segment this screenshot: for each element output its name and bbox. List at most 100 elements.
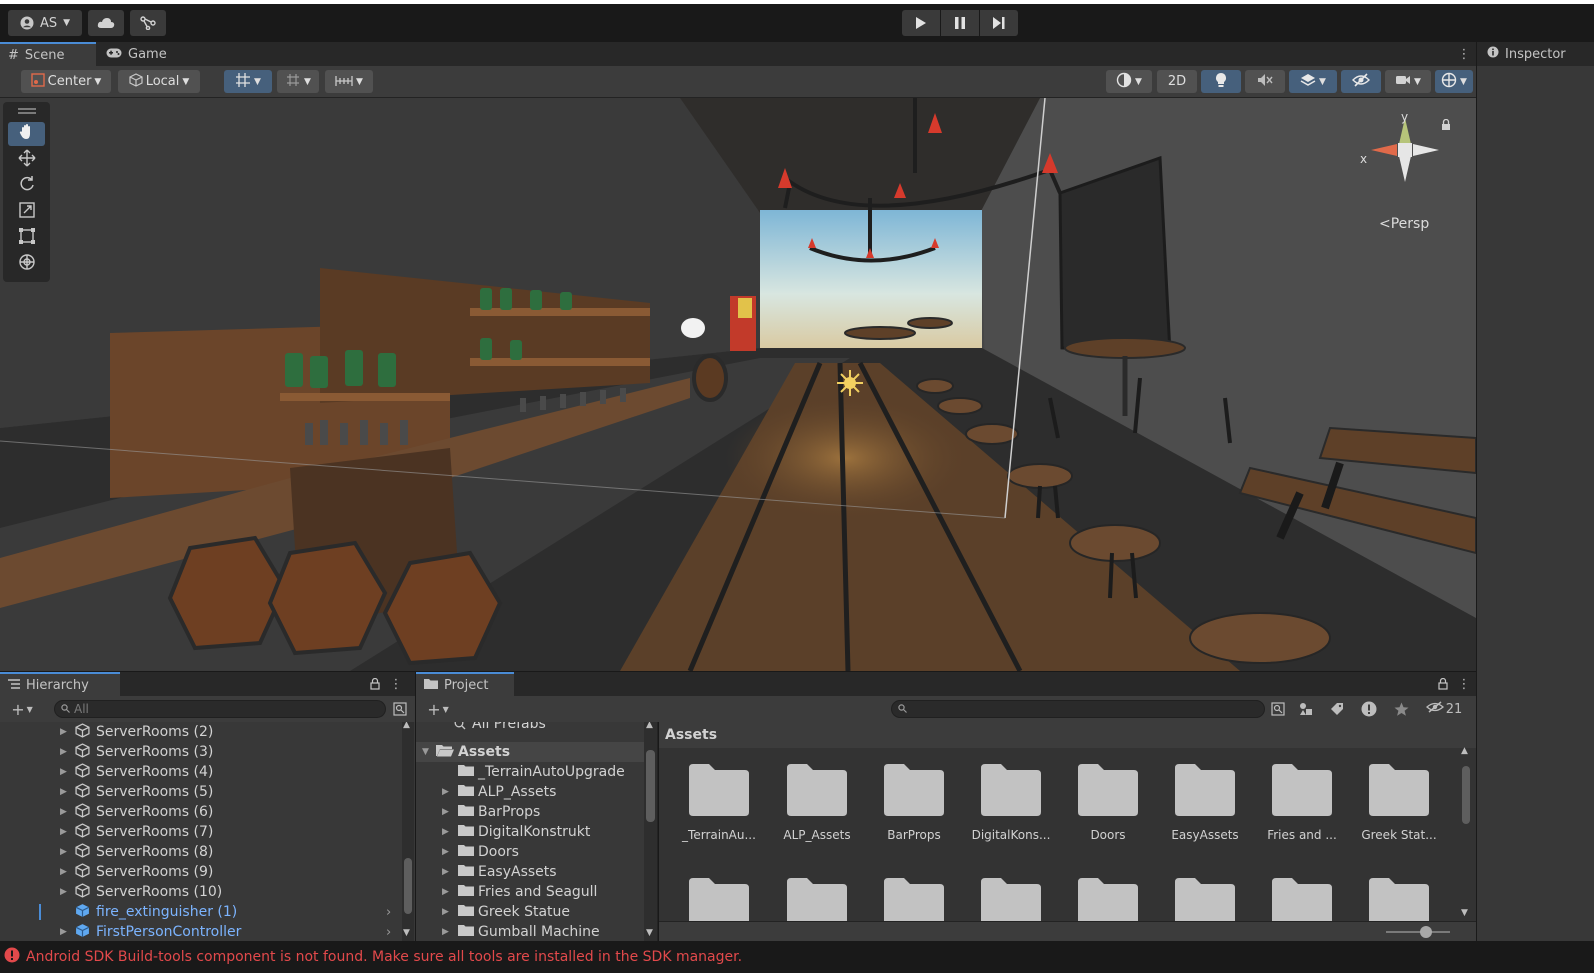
tree-item[interactable]: ▶ Greek Statue <box>416 902 644 922</box>
expand-arrow-icon[interactable]: ▶ <box>442 867 449 877</box>
star-icon[interactable] <box>1392 700 1410 718</box>
cloud-button[interactable] <box>88 10 124 36</box>
hierarchy-item[interactable]: ▶ ServerRooms (7) <box>0 822 400 842</box>
collab-button[interactable] <box>130 10 166 36</box>
expand-arrow-icon[interactable]: ▶ <box>60 847 67 857</box>
lock-icon[interactable] <box>368 677 382 691</box>
hierarchy-item[interactable]: ▶ ServerRooms (4) <box>0 762 400 782</box>
chevron-right-icon[interactable]: › <box>386 925 391 940</box>
expand-arrow-icon[interactable]: ▶ <box>60 747 67 757</box>
expand-arrow-icon[interactable]: ▶ <box>442 787 449 797</box>
asset-folder-item[interactable]: Doors <box>1060 764 1156 842</box>
hierarchy-item[interactable]: ▶ ServerRooms (8) <box>0 842 400 862</box>
expand-arrow-icon[interactable]: ▶ <box>442 847 449 857</box>
expand-arrow-icon[interactable]: ▶ <box>442 887 449 897</box>
expand-arrow-icon[interactable]: ▶ <box>60 727 67 737</box>
expand-arrow-icon[interactable]: ▶ <box>60 807 67 817</box>
rect-tool-button[interactable] <box>8 226 45 250</box>
camera-dropdown[interactable]: ▼ <box>1385 70 1431 93</box>
increment-snap-dropdown[interactable]: ▼ <box>277 70 319 93</box>
transform-tool-button[interactable] <box>8 252 45 276</box>
hand-tool-button[interactable] <box>8 122 45 146</box>
tree-item[interactable]: ▶ Doors <box>416 842 644 862</box>
camera-mode-label[interactable]: <Persp <box>1379 216 1429 232</box>
scene-visibility-icon[interactable] <box>392 701 408 717</box>
hierarchy-item[interactable]: ▶ ServerRooms (5) <box>0 782 400 802</box>
visibility-toggle[interactable] <box>1341 70 1381 93</box>
expand-arrow-icon[interactable]: ▶ <box>60 787 67 797</box>
tree-item[interactable]: _TerrainAutoUpgrade <box>416 762 644 782</box>
icon-size-slider[interactable] <box>1386 931 1450 933</box>
lock-icon[interactable] <box>1436 677 1450 691</box>
asset-folder-item[interactable]: _TerrainAu... <box>671 764 767 842</box>
hierarchy-item[interactable]: ▶ ServerRooms (9) <box>0 862 400 882</box>
chevron-right-icon[interactable]: › <box>386 905 391 920</box>
warning-filter-icon[interactable] <box>1360 700 1378 718</box>
asset-folder-item[interactable]: Fries and ... <box>1254 764 1350 842</box>
grid-scrollbar[interactable]: ▲ ▼ <box>1459 746 1473 921</box>
asset-folder-item[interactable]: EasyAssets <box>1157 764 1253 842</box>
tree-scrollbar[interactable]: ▲ ▼ <box>644 722 657 941</box>
tree-item-all-prefabs[interactable]: All Prefabs <box>416 722 644 734</box>
ruler-dropdown[interactable]: ▼ <box>325 70 373 93</box>
rotate-tool-button[interactable] <box>8 174 45 198</box>
tree-item[interactable]: ▶ BarProps <box>416 802 644 822</box>
pivot-mode-dropdown[interactable]: Center ▼ <box>21 70 111 93</box>
asset-folder-item[interactable]: ALP_Assets <box>769 764 865 842</box>
scene-viewport[interactable] <box>0 98 1476 671</box>
tab-inspector[interactable]: Inspector <box>1477 42 1594 66</box>
expand-arrow-icon[interactable]: ▶ <box>60 767 67 777</box>
expand-arrow-icon[interactable]: ▶ <box>442 807 449 817</box>
hidden-packages-toggle[interactable]: 21 <box>1420 699 1468 719</box>
asset-folder-item[interactable]: Greek Stat... <box>1351 764 1447 842</box>
scrollbar-thumb[interactable] <box>646 750 655 822</box>
tree-item[interactable]: ▶ DigitalKonstrukt <box>416 822 644 842</box>
hierarchy-item[interactable]: ▶ FirstPersonController › <box>0 922 400 941</box>
gizmos-dropdown[interactable]: ▼ <box>1435 70 1473 93</box>
play-button[interactable] <box>902 10 940 36</box>
pause-button[interactable] <box>941 10 979 36</box>
tab-hierarchy[interactable]: Hierarchy <box>0 672 120 696</box>
icon-size-slider-thumb[interactable] <box>1420 926 1432 938</box>
orientation-gizmo[interactable]: y x <Persp <box>1355 110 1455 232</box>
tab-scene[interactable]: # Scene <box>0 42 96 66</box>
effects-dropdown[interactable]: ▼ <box>1289 70 1337 93</box>
scroll-up-icon[interactable]: ▲ <box>1461 746 1468 756</box>
hierarchy-item[interactable]: fire_extinguisher (1) › <box>0 902 400 922</box>
tree-item[interactable]: ▶ Gumball Machine <box>416 922 644 941</box>
hierarchy-item[interactable]: ▶ ServerRooms (10) <box>0 882 400 902</box>
lighting-toggle[interactable] <box>1201 70 1241 93</box>
tree-item[interactable]: ▶ ALP_Assets <box>416 782 644 802</box>
console-status-bar[interactable]: Android SDK Build-tools component is not… <box>0 941 1594 973</box>
expand-arrow-icon[interactable]: ▶ <box>442 927 449 937</box>
move-tool-button[interactable] <box>8 148 45 172</box>
tree-item-assets[interactable]: ▼ Assets <box>416 742 644 762</box>
hierarchy-item[interactable]: ▶ ServerRooms (2) <box>0 722 400 742</box>
asset-folder-item[interactable]: BarProps <box>866 764 962 842</box>
search-scene-icon[interactable] <box>1270 701 1286 717</box>
hierarchy-scrollbar[interactable]: ▲ ▼ <box>402 722 414 941</box>
draw-mode-dropdown[interactable]: ▼ <box>1106 70 1152 93</box>
space-mode-dropdown[interactable]: Local ▼ <box>118 70 200 93</box>
scroll-up-icon[interactable]: ▲ <box>403 722 410 730</box>
tag-icon[interactable] <box>1329 701 1345 717</box>
account-dropdown[interactable]: AS ▼ <box>8 10 82 36</box>
more-menu-icon[interactable]: ⋮ <box>1458 674 1471 694</box>
expand-arrow-icon[interactable]: ▶ <box>60 927 67 937</box>
create-asset-dropdown[interactable]: + ▼ <box>422 699 454 719</box>
create-dropdown[interactable]: + ▼ <box>6 699 38 719</box>
toggle-2d-button[interactable]: 2D <box>1157 70 1197 93</box>
asset-folder-item[interactable]: DigitalKons... <box>963 764 1059 842</box>
audio-toggle[interactable] <box>1245 70 1285 93</box>
scroll-down-icon[interactable]: ▼ <box>403 928 410 938</box>
scrollbar-thumb[interactable] <box>404 858 412 914</box>
expand-arrow-icon[interactable]: ▶ <box>442 827 449 837</box>
tab-game[interactable]: Game <box>98 42 178 66</box>
expand-arrow-icon[interactable]: ▼ <box>422 747 429 757</box>
scale-tool-button[interactable] <box>8 200 45 224</box>
scrollbar-thumb[interactable] <box>1462 766 1470 824</box>
tree-item[interactable]: ▶ Fries and Seagull <box>416 882 644 902</box>
lock-icon[interactable] <box>1441 118 1453 131</box>
hierarchy-item[interactable]: ▶ ServerRooms (3) <box>0 742 400 762</box>
tab-project[interactable]: Project <box>416 672 514 696</box>
